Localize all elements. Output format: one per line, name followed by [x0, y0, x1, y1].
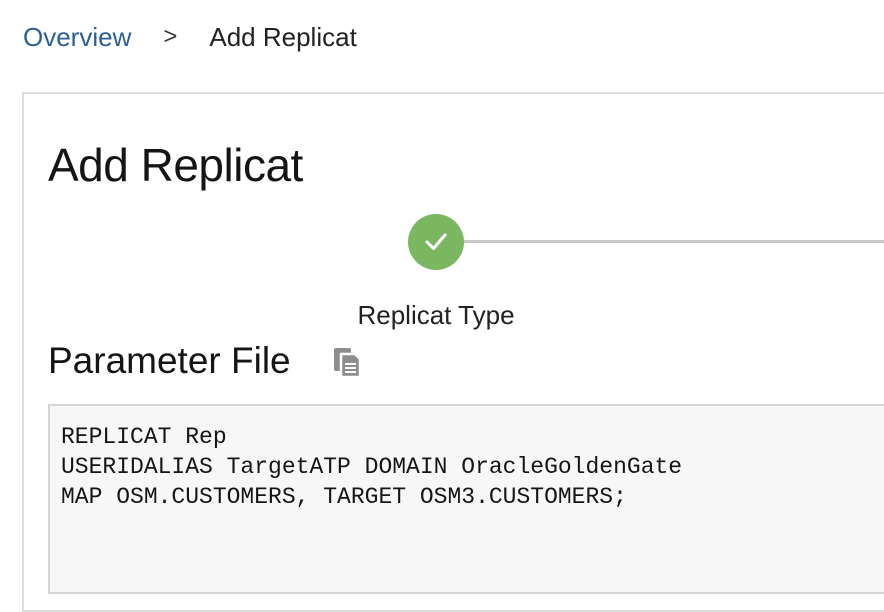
train-step-label: Replicat Type — [357, 300, 515, 330]
page-title: Add Replicat — [48, 139, 303, 191]
parameter-file-title: Parameter File — [48, 340, 291, 381]
copy-icon[interactable] — [332, 346, 362, 380]
breadcrumb-overview-link[interactable]: Overview — [23, 22, 131, 53]
parameter-line: REPLICAT Rep — [61, 424, 227, 450]
breadcrumb: Overview > Add Replicat — [23, 20, 357, 54]
breadcrumb-separator: > — [163, 23, 178, 50]
parameter-file-editor[interactable]: REPLICAT Rep USERIDALIAS TargetATP DOMAIN… — [48, 404, 884, 594]
train-step-replicat-type[interactable] — [408, 214, 464, 270]
parameter-line: USERIDALIAS TargetATP DOMAIN OracleGolde… — [61, 454, 683, 480]
train-connector-line — [462, 240, 884, 243]
checkmark-icon — [425, 233, 447, 250]
parameter-line: MAP OSM.CUSTOMERS, TARGET OSM3.CUSTOMERS… — [61, 484, 627, 510]
breadcrumb-current: Add Replicat — [209, 21, 357, 52]
